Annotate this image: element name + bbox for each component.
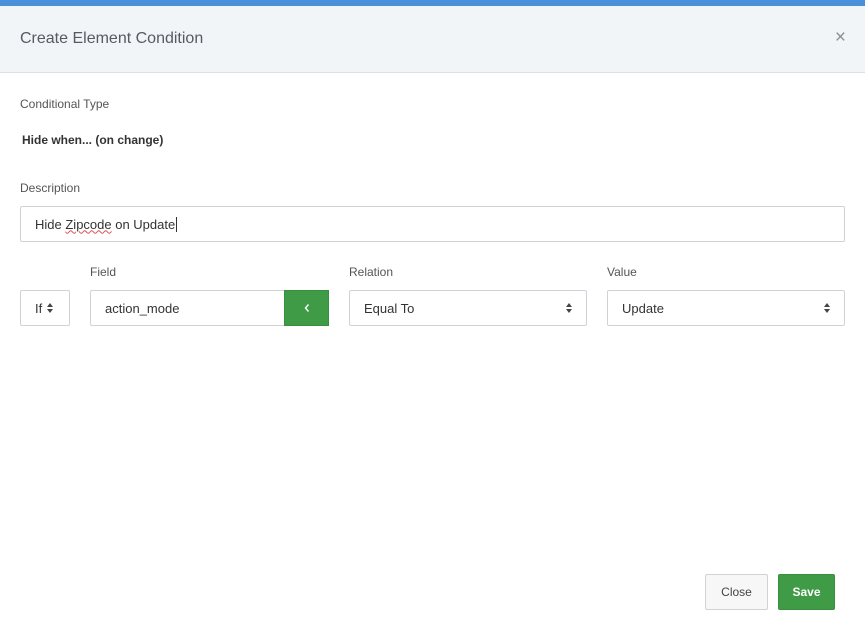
relation-label: Relation	[349, 265, 394, 279]
chevron-left-icon	[304, 304, 309, 312]
text-cursor	[176, 216, 178, 232]
modal-title: Create Element Condition	[20, 30, 204, 47]
description-text-part2: on Update	[111, 216, 176, 232]
relation-select-value: Equal To	[364, 300, 415, 316]
sort-arrows-icon	[824, 303, 830, 313]
close-button[interactable]: Close	[705, 574, 768, 610]
field-input[interactable]: action_mode	[90, 290, 286, 326]
save-button[interactable]: Save	[778, 574, 835, 610]
if-select-value: If	[35, 300, 43, 316]
value-select-value: Update	[622, 300, 664, 316]
relation-select[interactable]: Equal To	[349, 290, 587, 326]
modal-header: Create Element Condition ×	[0, 6, 865, 73]
description-input[interactable]: Hide Zipcode on Update	[20, 206, 845, 242]
field-input-value: action_mode	[105, 300, 180, 316]
description-misspelled-word: Zipcode	[65, 216, 112, 232]
conditional-type-value: Hide when... (on change)	[22, 133, 164, 147]
sort-arrows-icon	[566, 303, 572, 313]
description-label: Description	[20, 181, 81, 195]
sort-arrows-icon	[47, 303, 54, 313]
close-icon[interactable]: ×	[835, 28, 846, 47]
description-text-part1: Hide	[35, 216, 66, 232]
if-select[interactable]: If	[20, 290, 70, 326]
field-picker-button[interactable]	[284, 290, 329, 326]
value-label: Value	[607, 265, 637, 279]
field-label: Field	[90, 265, 117, 279]
conditional-type-label: Conditional Type	[20, 97, 110, 111]
value-select[interactable]: Update	[607, 290, 845, 326]
